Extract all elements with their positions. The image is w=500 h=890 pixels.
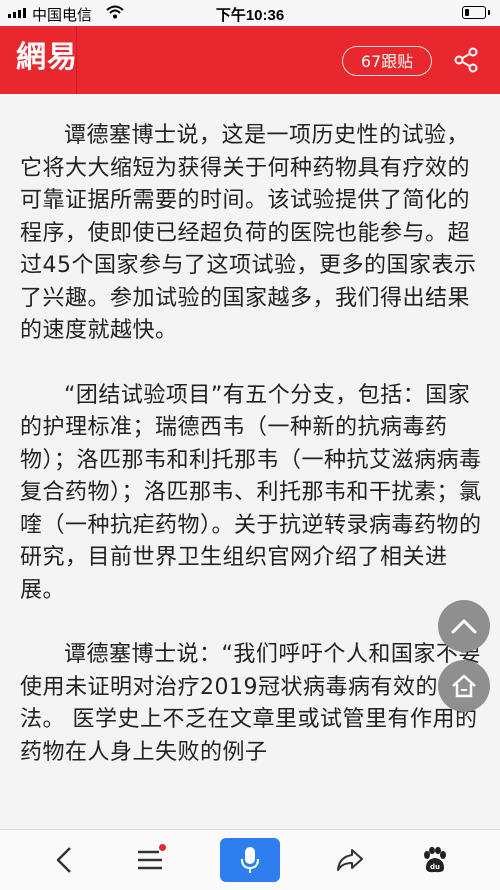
scroll-top-button[interactable]	[438, 600, 490, 652]
status-time: 下午10:36	[215, 7, 285, 24]
menu-button[interactable]	[126, 830, 174, 890]
app-header: 網易 67跟贴	[0, 26, 500, 94]
article-body: 谭德塞博士说，这是一项历史性的试验，它将大大缩短为获得关于何种药物具有疗效的可靠…	[20, 120, 486, 801]
status-bar: 中国电信 下午10:36	[0, 0, 500, 26]
article-paragraph: 谭德塞博士说，这是一项历史性的试验，它将大大缩短为获得关于何种药物具有疗效的可靠…	[20, 123, 477, 343]
notification-dot	[159, 844, 166, 851]
header-divider	[76, 26, 77, 94]
share-nodes-icon[interactable]	[452, 46, 480, 74]
home-icon	[452, 674, 476, 698]
scroll-top-icon	[451, 619, 477, 634]
back-button[interactable]	[40, 830, 88, 890]
svg-text:du: du	[430, 863, 440, 871]
back-icon	[56, 847, 71, 873]
home-button[interactable]	[438, 660, 490, 712]
voice-button[interactable]	[220, 830, 280, 890]
bottom-toolbar: du	[0, 829, 500, 890]
share-button[interactable]	[326, 830, 374, 890]
baidu-button[interactable]: du	[410, 830, 458, 890]
netease-logo[interactable]: 網易	[16, 38, 78, 78]
battery-icon	[462, 6, 490, 19]
microphone-icon	[241, 847, 259, 873]
baidu-paw-icon: du	[424, 846, 446, 873]
menu-icon	[138, 850, 162, 870]
comments-button[interactable]: 67跟贴	[342, 46, 432, 76]
article-paragraph: 谭德塞博士说：“我们呼吁个人和国家不要使用未证明对治疗2019冠状病毒病有效的疗…	[20, 642, 481, 765]
article-paragraph: “团结试验项目”有五个分支，包括：国家的护理标准；瑞德西韦（一种新的抗病毒药物）…	[20, 382, 482, 603]
forward-share-icon	[337, 849, 363, 871]
